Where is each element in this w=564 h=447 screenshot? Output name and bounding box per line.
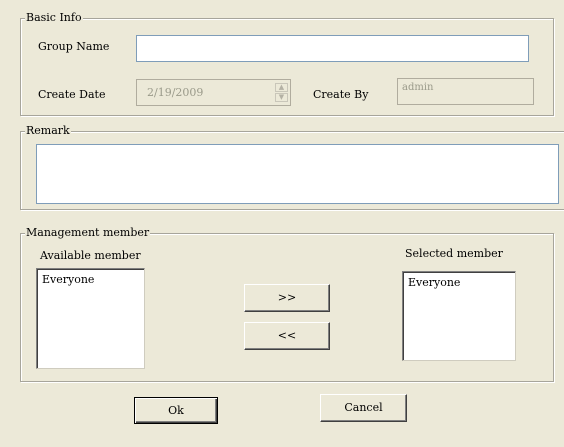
selected-member-list[interactable]: Everyone — [402, 271, 516, 361]
list-item[interactable]: Everyone — [42, 273, 94, 286]
date-spin-up-icon[interactable]: ▲ — [275, 83, 288, 92]
available-member-label: Available member — [40, 249, 141, 262]
ok-button[interactable]: Ok — [134, 397, 218, 424]
group-name-field[interactable] — [136, 35, 529, 62]
remove-member-button[interactable]: << — [244, 322, 330, 350]
basic-info-legend: Basic Info — [25, 11, 83, 25]
list-item[interactable]: Everyone — [408, 276, 460, 289]
selected-member-label: Selected member — [405, 247, 503, 260]
create-by-label: Create By — [313, 88, 369, 101]
date-spin-down-icon[interactable]: ▼ — [275, 93, 288, 102]
available-member-list[interactable]: Everyone — [36, 268, 145, 369]
cancel-button[interactable]: Cancel — [320, 394, 407, 422]
group-name-label: Group Name — [38, 40, 110, 53]
create-date-label: Create Date — [38, 88, 106, 101]
create-date-field[interactable]: 2/19/2009 ▲ ▼ — [136, 79, 291, 106]
create-date-value: 2/19/2009 — [147, 86, 204, 99]
create-by-field: admin — [397, 78, 534, 105]
remark-textarea[interactable] — [36, 144, 559, 204]
add-member-button[interactable]: >> — [244, 284, 330, 312]
create-by-value: admin — [402, 82, 434, 93]
management-member-legend: Management member — [25, 226, 151, 240]
remark-legend: Remark — [25, 124, 71, 138]
